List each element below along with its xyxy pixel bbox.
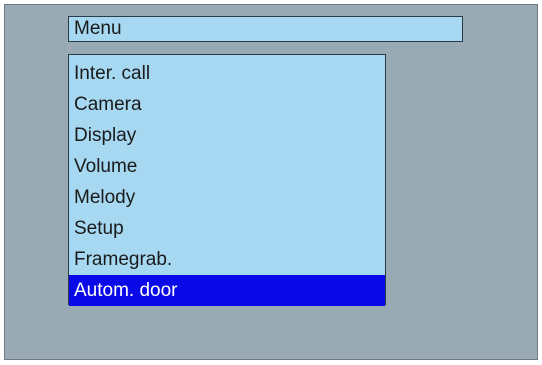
menu-item-melody[interactable]: Melody — [69, 182, 385, 213]
menu-item-inter-call[interactable]: Inter. call — [69, 58, 385, 89]
menu-item-volume[interactable]: Volume — [69, 151, 385, 182]
menu-title: Menu — [68, 16, 463, 42]
menu-item-display[interactable]: Display — [69, 120, 385, 151]
menu-item-setup[interactable]: Setup — [69, 213, 385, 244]
menu-item-framegrab[interactable]: Framegrab. — [69, 244, 385, 275]
menu-item-autom-door[interactable]: Autom. door — [69, 275, 385, 306]
menu-item-camera[interactable]: Camera — [69, 89, 385, 120]
menu-list: Inter. call Camera Display Volume Melody… — [68, 54, 386, 306]
device-screen: Menu Inter. call Camera Display Volume M… — [4, 4, 538, 360]
